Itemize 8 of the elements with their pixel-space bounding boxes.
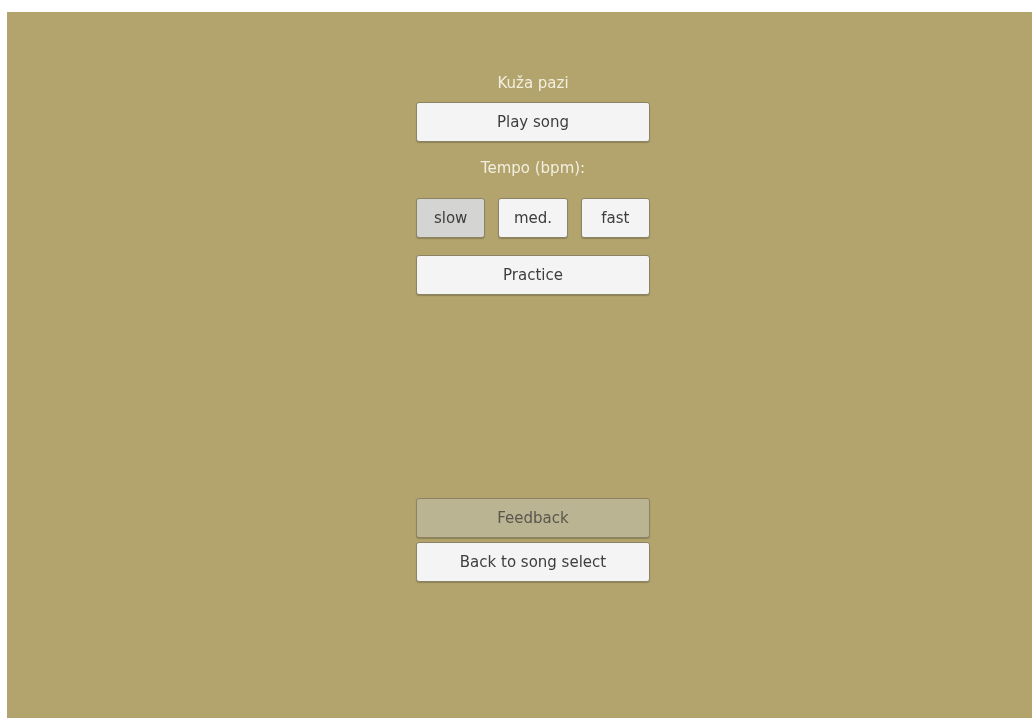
play-song-button[interactable]: Play song [416,102,650,142]
practice-button[interactable]: Practice [416,255,650,295]
tempo-label: Tempo (bpm): [479,158,587,178]
tempo-button[interactable]: slow [416,198,486,238]
tempo-button[interactable]: fast [580,198,650,238]
menu-button[interactable]: Back to song select [416,542,650,582]
song-title: Kuža pazi [496,73,570,93]
tempo-button[interactable]: med. [498,198,568,238]
